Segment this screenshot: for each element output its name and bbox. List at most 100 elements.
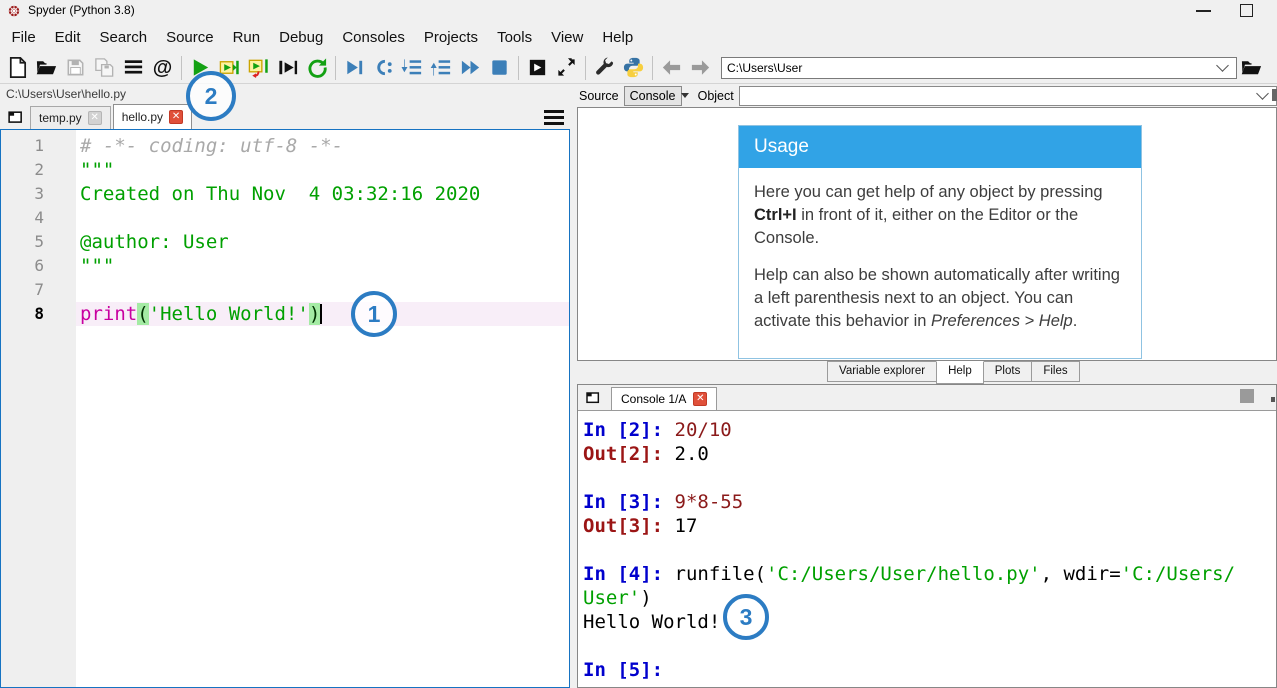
close-tab-icon[interactable]: ✕ [693, 392, 707, 406]
lock-icon[interactable] [1272, 89, 1277, 101]
console-output[interactable]: In [2]: 20/10Out[2]: 2.0In [3]: 9*8-55Ou… [578, 411, 1276, 682]
toolbar-separator [518, 56, 519, 80]
menu-item-file[interactable]: File [2, 25, 45, 50]
save-button[interactable] [61, 54, 90, 82]
menu-item-edit[interactable]: Edit [45, 25, 90, 50]
line-number: 8 [1, 302, 76, 326]
file-switcher-button[interactable] [119, 54, 148, 82]
menu-item-search[interactable]: Search [90, 25, 157, 50]
console-line: Hello World! [583, 610, 1276, 634]
toolbar-separator [335, 56, 336, 80]
maximize-button[interactable] [1240, 4, 1253, 17]
working-directory-combo[interactable]: C:\Users\User [721, 57, 1237, 79]
symbol-finder-button[interactable]: @ [148, 54, 177, 82]
title-bar: Spyder (Python 3.8) [0, 0, 1277, 22]
tab-label: hello.py [122, 110, 163, 124]
save-icon [64, 56, 87, 79]
maximize-pane-icon [555, 56, 578, 79]
step-over-button[interactable] [369, 54, 398, 82]
console-line: Out[3]: 17 [583, 514, 1276, 538]
tab-console-1a[interactable]: Console 1/A ✕ [611, 387, 717, 410]
code-segment: 9*8-55 [675, 491, 744, 513]
save-all-button[interactable] [90, 54, 119, 82]
rerun-icon [305, 56, 328, 79]
usage-card: Usage Here you can get help of any objec… [738, 125, 1142, 359]
console-tab-bar: Console 1/A ✕ [578, 385, 1276, 411]
right-pane: Source Console Object Usage Here you can… [577, 84, 1277, 688]
browse-tabs-button[interactable] [581, 387, 605, 409]
editor-options-menu-icon[interactable] [544, 110, 564, 125]
menu-item-run[interactable]: Run [223, 25, 270, 50]
code-segment: , wdir= [1041, 563, 1121, 585]
step-over-icon [372, 56, 395, 79]
tab-hello-py[interactable]: hello.py ✕ [113, 104, 192, 129]
close-tab-icon[interactable]: ✕ [169, 110, 183, 124]
tab-label: Console 1/A [621, 392, 686, 406]
toolbar-separator [652, 56, 653, 80]
debug-file-button[interactable] [340, 54, 369, 82]
source-select[interactable]: Console [624, 86, 682, 106]
code-segment: Created on Thu Nov 4 03:32:16 2020 [80, 183, 480, 205]
tab-plots[interactable]: Plots [983, 361, 1033, 382]
text-part: Here you can get help of any object by p… [754, 183, 1103, 201]
list-icon [122, 56, 145, 79]
line-number: 2 [1, 158, 76, 182]
tab-files[interactable]: Files [1031, 361, 1079, 382]
run-cell-advance-button[interactable] [244, 54, 273, 82]
run-selection-button[interactable] [273, 54, 302, 82]
menu-item-view[interactable]: View [542, 25, 593, 50]
text-part: Preferences > Help [931, 312, 1073, 330]
editor-tab-bar: temp.py ✕ hello.py ✕ [0, 104, 570, 129]
forward-button[interactable] [686, 54, 715, 82]
step-into-button[interactable] [398, 54, 427, 82]
editor-code[interactable]: 1# -*- coding: utf-8 -*-2"""3Created on … [0, 129, 570, 688]
new-file-button[interactable] [3, 54, 32, 82]
tab-help[interactable]: Help [936, 361, 984, 384]
menu-item-tools[interactable]: Tools [488, 25, 542, 50]
code-text: @author: User [76, 230, 569, 254]
console-options-icon[interactable] [1271, 397, 1275, 402]
annotation-circle-2: 2 [186, 71, 236, 121]
menu-item-help[interactable]: Help [593, 25, 643, 50]
code-line: 2""" [1, 158, 569, 182]
tab-temp-py[interactable]: temp.py ✕ [30, 106, 111, 129]
tab-variable-explorer[interactable]: Variable explorer [827, 361, 937, 382]
browse-working-directory-button[interactable] [1237, 54, 1266, 82]
panes-icon [526, 56, 549, 79]
usage-card-title: Usage [739, 126, 1141, 168]
code-segment: 2.0 [675, 443, 709, 465]
annotation-circle-1: 1 [351, 291, 397, 337]
menu-item-consoles[interactable]: Consoles [333, 25, 415, 50]
menu-item-debug[interactable]: Debug [270, 25, 333, 50]
dropdown-arrow-icon [681, 93, 689, 98]
maximize-pane-button[interactable] [552, 54, 581, 82]
close-tab-icon[interactable]: ✕ [88, 111, 102, 125]
working-directory-value: C:\Users\User [722, 61, 1218, 75]
code-segment: runfile( [675, 563, 767, 585]
window-title: Spyder (Python 3.8) [28, 3, 135, 17]
back-button[interactable] [657, 54, 686, 82]
line-number: 3 [1, 182, 76, 206]
toolbar-separator [585, 56, 586, 80]
menu-item-source[interactable]: Source [157, 25, 224, 50]
minimize-button[interactable] [1196, 10, 1211, 12]
panes-button[interactable] [523, 54, 552, 82]
rerun-cell-button[interactable] [302, 54, 331, 82]
at-icon: @ [153, 58, 173, 78]
menu-item-projects[interactable]: Projects [414, 25, 487, 50]
object-combo[interactable] [739, 86, 1277, 106]
continue-execution-button[interactable] [456, 54, 485, 82]
browse-tabs-button[interactable] [3, 106, 27, 128]
python-path-manager-button[interactable] [619, 54, 648, 82]
preferences-button[interactable] [590, 54, 619, 82]
stop-debugging-button[interactable] [485, 54, 514, 82]
interrupt-kernel-icon[interactable] [1240, 389, 1254, 403]
console-line: In [2]: 20/10 [583, 418, 1276, 442]
console-line: Out[2]: 2.0 [583, 442, 1276, 466]
step-return-button[interactable] [427, 54, 456, 82]
code-text: """ [76, 158, 569, 182]
browse-tabs-icon [7, 109, 24, 126]
open-file-button[interactable] [32, 54, 61, 82]
help-panel: Usage Here you can get help of any objec… [577, 107, 1277, 361]
code-segment: 'C:/Users/User/hello.py' [766, 563, 1041, 585]
